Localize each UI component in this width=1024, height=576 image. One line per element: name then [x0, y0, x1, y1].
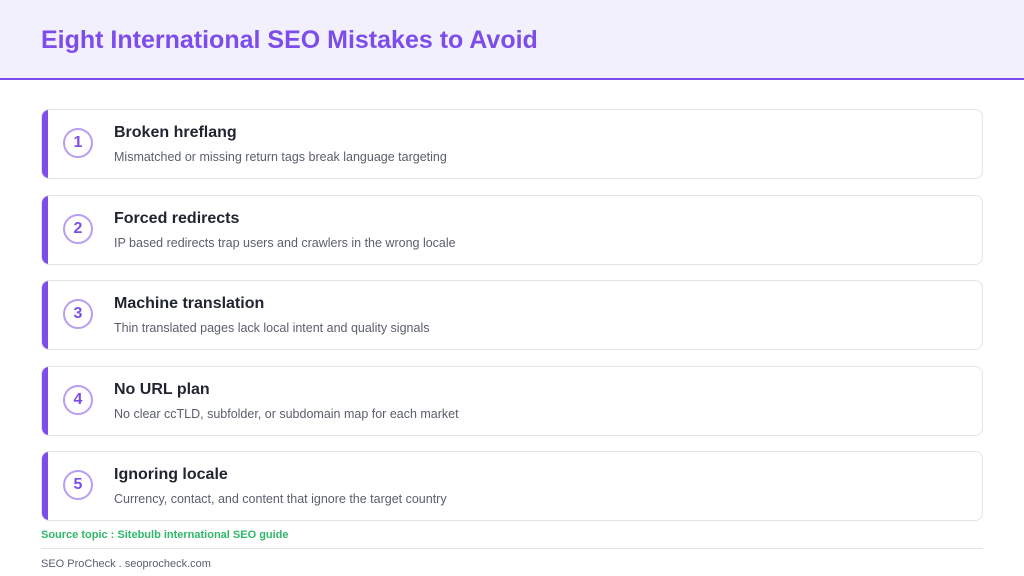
- card-description: Thin translated pages lack local intent …: [114, 321, 430, 335]
- mistake-card: 3 Machine translation Thin translated pa…: [41, 280, 983, 350]
- card-description: IP based redirects trap users and crawle…: [114, 235, 456, 250]
- card-accent-bar: [42, 452, 48, 520]
- card-accent-bar: [42, 281, 48, 349]
- page-title: Eight International SEO Mistakes to Avoi…: [41, 26, 538, 54]
- mistake-card: 5 Ignoring locale Currency, contact, and…: [41, 451, 983, 521]
- footer-text: SEO ProCheck . seoprocheck.com: [41, 558, 211, 570]
- card-description: Currency, contact, and content that igno…: [114, 492, 447, 506]
- mistake-card: 4 No URL plan No clear ccTLD, subfolder,…: [41, 365, 983, 436]
- number-badge: 5: [63, 470, 93, 500]
- number-badge: 1: [63, 128, 93, 158]
- card-title: No URL plan: [114, 380, 210, 398]
- card-accent-bar: [42, 366, 48, 435]
- mistake-card: 2 Forced redirects IP based redirects tr…: [41, 194, 983, 265]
- card-title: Machine translation: [114, 295, 265, 312]
- number-badge: 3: [63, 299, 93, 329]
- card-title: Forced redirects: [114, 209, 240, 227]
- card-accent-bar: [42, 110, 48, 178]
- card-description: Mismatched or missing return tags break …: [114, 150, 447, 164]
- card-description: No clear ccTLD, subfolder, or subdomain …: [114, 406, 459, 421]
- mistake-card: 1 Broken hreflang Mismatched or missing …: [41, 109, 983, 179]
- source-note: Source topic : Sitebulb international SE…: [41, 529, 289, 541]
- footer-divider: [41, 548, 983, 549]
- card-title: Ignoring locale: [114, 466, 228, 483]
- header-bar: Eight International SEO Mistakes to Avoi…: [0, 0, 1024, 80]
- mistake-list: 1 Broken hreflang Mismatched or missing …: [41, 109, 983, 537]
- number-badge: 2: [63, 213, 93, 244]
- card-accent-bar: [42, 195, 48, 264]
- number-badge: 4: [63, 384, 93, 415]
- card-title: Broken hreflang: [114, 124, 237, 141]
